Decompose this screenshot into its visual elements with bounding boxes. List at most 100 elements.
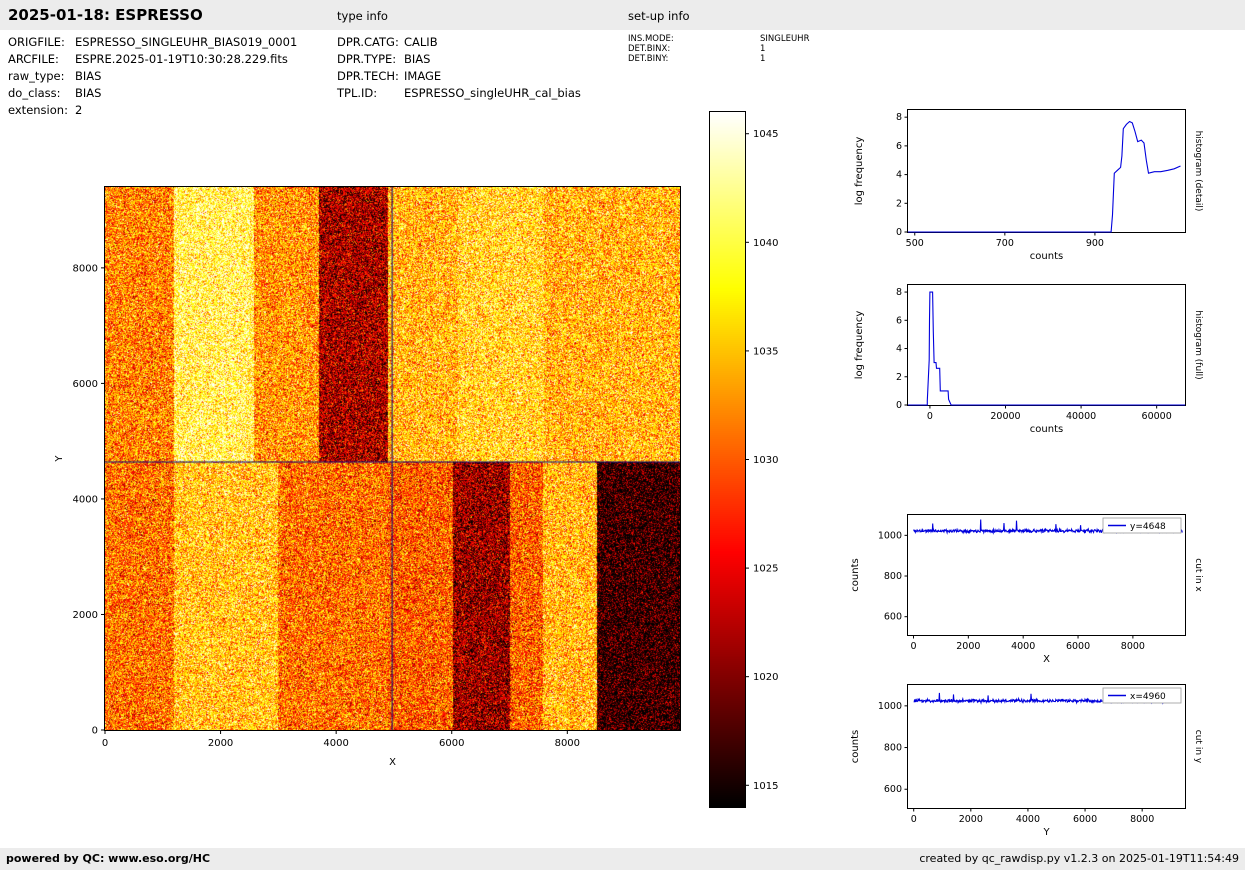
tick-label: 2000 [73, 610, 98, 621]
tick-label: 8000 [73, 263, 98, 274]
colorbar-tick-label: 1035 [753, 346, 778, 357]
setup-info-header: set-up info [628, 9, 690, 23]
tick-label: 20000 [990, 411, 1020, 422]
tick-label: 8000 [1130, 814, 1154, 825]
plot-frame [908, 685, 1186, 809]
meta-value: 1 [760, 54, 765, 64]
legend-label: x=4960 [1130, 692, 1166, 702]
x-axis-label: X [1043, 654, 1050, 665]
y-axis-label: log frequency [854, 137, 865, 206]
type-info-list: DPR.CATG:CALIBDPR.TYPE:BIASDPR.TECH:IMAG… [337, 34, 581, 102]
legend: x=4960 [1103, 688, 1181, 703]
meta-row: ARCFILE:ESPRE.2025-01-19T10:30:28.229.fi… [8, 51, 297, 68]
y-axis-label: counts [850, 558, 861, 591]
meta-value: ESPRESSO_singleUHR_cal_bias [404, 85, 581, 102]
tick-label: 2000 [208, 738, 233, 749]
meta-key: DET.BINY: [628, 54, 760, 64]
cut_x-line [914, 520, 1183, 534]
y-axis-label: Y [54, 455, 65, 463]
colorbar-tick-label: 1020 [753, 672, 778, 683]
cut-in-x-plot: 020004000600080006008001000Xcountscut in… [850, 515, 1203, 666]
meta-row: extension:2 [8, 102, 297, 119]
tick-label: 0 [102, 738, 108, 749]
tick-label: 2 [896, 372, 902, 383]
header-bar: 2025-01-18: ESPRESSO type info set-up in… [0, 0, 1245, 30]
meta-value: IMAGE [404, 68, 441, 85]
tick-label: 0 [896, 400, 902, 411]
meta-row: DPR.CATG:CALIB [337, 34, 581, 51]
meta-value: ESPRESSO_SINGLEUHR_BIAS019_0001 [75, 34, 297, 51]
meta-value: 2 [75, 102, 82, 119]
qc-report-page: 2025-01-18: ESPRESSO type info set-up in… [0, 0, 1245, 870]
meta-value: 1 [760, 44, 765, 54]
footer-created-by: created by qc_rawdisp.py v1.2.3 on 2025-… [919, 848, 1239, 870]
colorbar-tick-label: 1025 [753, 564, 778, 575]
tick-label: 4000 [1011, 641, 1035, 652]
meta-row: raw_type:BIAS [8, 68, 297, 85]
file-info-list: ORIGFILE:ESPRESSO_SINGLEUHR_BIAS019_0001… [8, 34, 297, 119]
side-label: cut in x [1193, 558, 1203, 592]
meta-key: do_class: [8, 85, 75, 102]
histogram-detail-plot: 50070090002468countslog frequencyhistogr… [854, 110, 1203, 263]
meta-key: ARCFILE: [8, 51, 75, 68]
meta-key: INS.MODE: [628, 34, 760, 44]
legend-box [1103, 688, 1181, 703]
meta-row: DPR.TECH:IMAGE [337, 68, 581, 85]
colorbar-tick-label: 1015 [753, 781, 778, 792]
meta-row: TPL.ID:ESPRESSO_singleUHR_cal_bias [337, 85, 581, 102]
tick-label: 8000 [555, 738, 580, 749]
tick-label: 0 [927, 411, 933, 422]
meta-value: BIAS [75, 85, 101, 102]
tick-label: 1000 [878, 701, 902, 712]
tick-label: 600 [884, 612, 902, 623]
cut-in-y-plot: 020004000600080006008001000Ycountscut in… [850, 685, 1203, 839]
tick-label: 700 [996, 238, 1014, 249]
histogram-full-plot: 020000400006000002468countslog frequency… [854, 285, 1203, 436]
x-axis-label: counts [1030, 251, 1063, 262]
tick-label: 600 [884, 784, 902, 795]
meta-value: CALIB [404, 34, 438, 51]
meta-key: raw_type: [8, 68, 75, 85]
footer-bar: powered by QC: www.eso.org/HC created by… [0, 848, 1245, 870]
tick-label: 1000 [878, 530, 902, 541]
meta-value: BIAS [75, 68, 101, 85]
tick-label: 2000 [959, 814, 983, 825]
tick-label: 0 [911, 814, 917, 825]
meta-key: ORIGFILE: [8, 34, 75, 51]
meta-row: ORIGFILE:ESPRESSO_SINGLEUHR_BIAS019_0001 [8, 34, 297, 51]
x-axis-label: X [389, 757, 396, 768]
meta-key: TPL.ID: [337, 85, 404, 102]
x-axis-label: Y [1042, 827, 1050, 838]
tick-label: 800 [884, 571, 902, 582]
colorbar-tick-label: 1045 [753, 129, 778, 140]
meta-row: DET.BINY:1 [628, 54, 809, 64]
plot-frame [908, 285, 1186, 406]
meta-key: DPR.TYPE: [337, 51, 404, 68]
setup-info-list: INS.MODE:SINGLEUHRDET.BINX:1DET.BINY:1 [628, 34, 809, 64]
meta-value: BIAS [404, 51, 430, 68]
side-label: cut in y [1193, 730, 1203, 764]
tick-label: 6000 [439, 738, 464, 749]
tick-label: 4000 [323, 738, 348, 749]
tick-label: 6000 [73, 379, 98, 390]
tick-label: 8 [896, 112, 902, 123]
tick-label: 40000 [1066, 411, 1096, 422]
cut_y-line [914, 693, 1180, 703]
legend-box [1103, 518, 1181, 533]
x-axis-label: counts [1030, 424, 1063, 435]
meta-row: INS.MODE:SINGLEUHR [628, 34, 809, 44]
legend: y=4648 [1103, 518, 1181, 533]
colorbar-gradient [710, 112, 745, 807]
tick-label: 0 [896, 227, 902, 238]
tick-label: 2000 [956, 641, 980, 652]
colorbar-tick-label: 1030 [753, 455, 778, 466]
tick-label: 6000 [1066, 641, 1090, 652]
tick-label: 6 [896, 315, 902, 326]
tick-label: 0 [92, 726, 98, 737]
footer-powered-by: powered by QC: www.eso.org/HC [6, 848, 210, 870]
meta-key: extension: [8, 102, 75, 119]
tick-label: 900 [1086, 238, 1104, 249]
side-label: histogram (detail) [1193, 131, 1203, 212]
tick-label: 4 [896, 344, 902, 355]
colorbar-tick-label: 1040 [753, 238, 778, 249]
